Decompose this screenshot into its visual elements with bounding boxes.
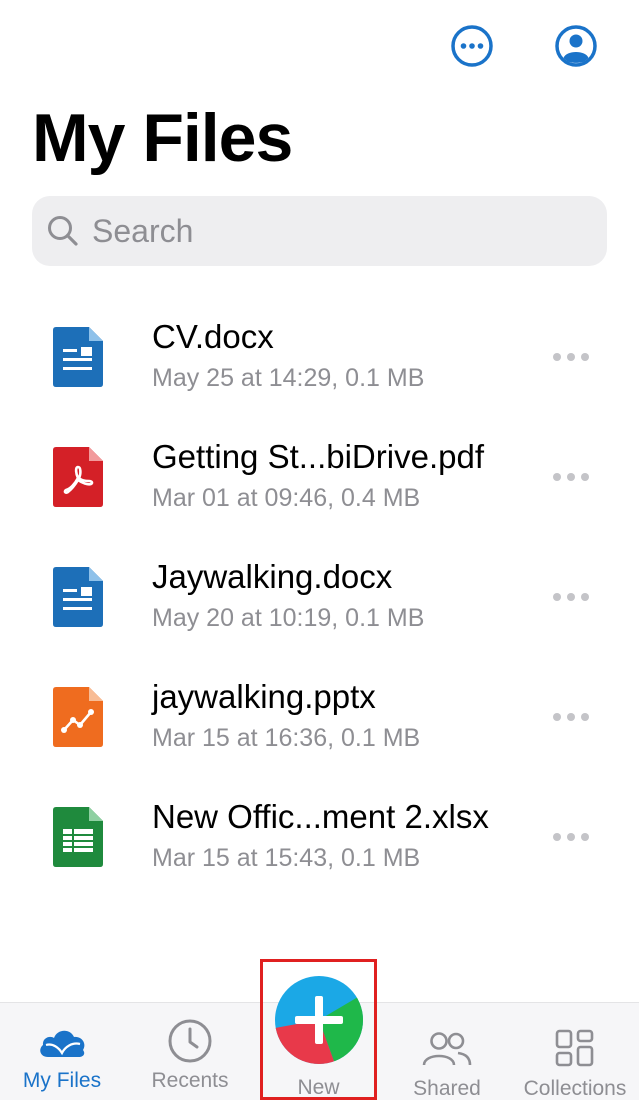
file-meta: May 20 at 10:19, 0.1 MB [152, 604, 425, 632]
tab-label: Collections [523, 1077, 627, 1100]
grid-icon [555, 1029, 594, 1067]
tab-new[interactable]: New [260, 959, 377, 1100]
file-name: Jaywalking.docx [152, 558, 393, 595]
file-meta: Mar 01 at 09:46, 0.4 MB [152, 484, 421, 512]
file-name: jaywalking.pptx [152, 678, 376, 715]
person-circle-icon [555, 25, 597, 67]
spreadsheet-document-icon [53, 807, 103, 867]
cloud-icon [40, 1030, 85, 1057]
tab-label: Recents [151, 1069, 229, 1092]
tab-shared[interactable]: Shared [398, 1011, 496, 1100]
row-more-button[interactable] [550, 584, 592, 610]
new-button[interactable] [275, 976, 363, 1064]
row-more-button[interactable] [550, 464, 592, 490]
file-name: New Offic...ment 2.xlsx [152, 798, 489, 835]
search-input[interactable] [92, 212, 572, 250]
plus-icon [275, 976, 363, 1064]
file-row[interactable]: CV.docx May 25 at 14:29, 0.1 MB [0, 300, 639, 420]
pdf-document-icon [53, 447, 103, 507]
file-name: CV.docx [152, 318, 274, 355]
tab-label: Shared [413, 1077, 481, 1100]
search-icon [48, 216, 78, 246]
clock-icon [168, 1019, 212, 1063]
word-document-icon [53, 567, 103, 627]
row-more-button[interactable] [550, 344, 592, 370]
presentation-document-icon [53, 687, 103, 747]
file-list: CV.docx May 25 at 14:29, 0.1 MB Getting … [0, 300, 639, 900]
search-bar[interactable] [32, 196, 607, 266]
row-more-button[interactable] [550, 824, 592, 850]
tab-recents[interactable]: Recents [138, 1003, 242, 1100]
tab-label: My Files [22, 1069, 102, 1092]
file-row[interactable]: Getting St...biDrive.pdf Mar 01 at 09:46… [0, 420, 639, 540]
file-meta: May 25 at 14:29, 0.1 MB [152, 364, 425, 392]
tab-label: New [297, 1076, 340, 1099]
file-name: Getting St...biDrive.pdf [152, 438, 484, 475]
file-meta: Mar 15 at 15:43, 0.1 MB [152, 844, 421, 872]
tab-collections[interactable]: Collections [512, 1011, 638, 1100]
row-more-button[interactable] [550, 704, 592, 730]
tab-my-files[interactable]: My Files [10, 1003, 114, 1100]
more-options-button[interactable] [450, 24, 494, 68]
ellipsis-circle-icon [451, 25, 493, 67]
account-button[interactable] [554, 24, 598, 68]
people-icon [422, 1032, 472, 1066]
file-row[interactable]: jaywalking.pptx Mar 15 at 16:36, 0.1 MB [0, 660, 639, 780]
file-row[interactable]: Jaywalking.docx May 20 at 10:19, 0.1 MB [0, 540, 639, 660]
file-meta: Mar 15 at 16:36, 0.1 MB [152, 724, 421, 752]
word-document-icon [53, 327, 103, 387]
page-title: My Files [32, 100, 293, 176]
file-row[interactable]: New Offic...ment 2.xlsx Mar 15 at 15:43,… [0, 780, 639, 900]
